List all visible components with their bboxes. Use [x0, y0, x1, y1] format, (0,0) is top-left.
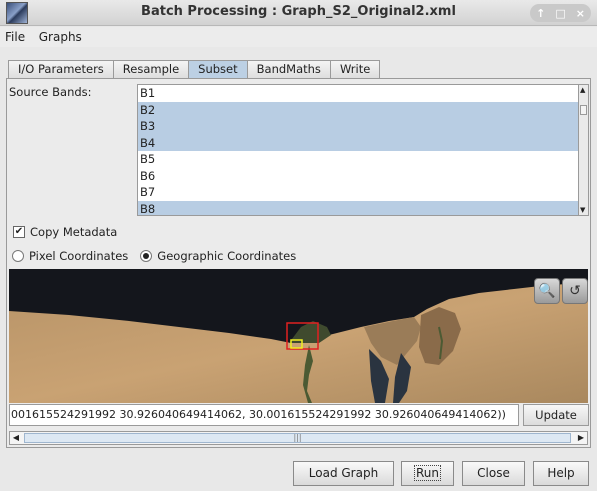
- tab-bandmaths[interactable]: BandMaths: [246, 60, 331, 78]
- scroll-left-icon[interactable]: ◀: [10, 432, 22, 444]
- menu-bar: File Graphs: [0, 27, 597, 47]
- title-bar: Batch Processing : Graph_S2_Original2.xm…: [0, 0, 597, 26]
- copy-metadata-label: Copy Metadata: [30, 225, 118, 239]
- geographic-coordinates-label: Geographic Coordinates: [157, 249, 297, 263]
- coordinate-mode: Pixel Coordinates Geographic Coordinates: [12, 249, 308, 263]
- band-item[interactable]: B1: [138, 85, 578, 102]
- pixel-coordinates-label: Pixel Coordinates: [29, 249, 129, 263]
- band-item[interactable]: B3: [138, 118, 578, 135]
- band-item[interactable]: B5: [138, 151, 578, 168]
- scroll-thumb[interactable]: |||: [24, 433, 571, 443]
- source-bands-label: Source Bands:: [9, 85, 92, 99]
- satellite-map-image: [9, 269, 588, 403]
- pixel-coordinates-radio[interactable]: [12, 250, 24, 262]
- tab-strip: I/O Parameters Resample Subset BandMaths…: [8, 60, 381, 78]
- band-item[interactable]: B2: [138, 101, 578, 118]
- copy-metadata-checkbox[interactable]: ✔: [13, 226, 25, 238]
- band-item[interactable]: B4: [138, 134, 578, 151]
- help-button[interactable]: Help: [533, 461, 589, 486]
- scroll-right-icon[interactable]: ▶: [575, 432, 587, 444]
- tab-resample[interactable]: Resample: [112, 60, 190, 78]
- menu-graphs[interactable]: Graphs: [34, 27, 87, 44]
- geographic-coordinates-radio[interactable]: [140, 250, 153, 262]
- tab-io-parameters[interactable]: I/O Parameters: [8, 60, 114, 78]
- band-item[interactable]: B7: [138, 184, 578, 201]
- window-controls: ↑ □ ×: [530, 4, 591, 22]
- maximize-up-icon[interactable]: ↑: [536, 7, 545, 20]
- copy-metadata-row: ✔ Copy Metadata: [13, 225, 117, 239]
- source-bands-list[interactable]: B1 B2 B3 B4 B5 B6 B7 B8: [137, 84, 579, 216]
- scroll-thumb[interactable]: [580, 105, 587, 115]
- tab-subset[interactable]: Subset: [188, 60, 248, 78]
- load-graph-button[interactable]: Load Graph: [293, 461, 394, 486]
- window-title: Batch Processing : Graph_S2_Original2.xm…: [141, 4, 456, 19]
- geo-region-wkt-field[interactable]: 001615524291992 30.926040649414062, 30.0…: [9, 404, 519, 426]
- restore-icon[interactable]: □: [555, 7, 565, 20]
- band-item[interactable]: B8: [138, 200, 578, 215]
- scroll-up-icon[interactable]: ▲: [580, 86, 585, 94]
- close-button[interactable]: Close: [462, 461, 525, 486]
- zoom-reset-icon[interactable]: ↺: [562, 278, 588, 304]
- close-icon[interactable]: ×: [576, 7, 585, 20]
- menu-file[interactable]: File: [0, 27, 30, 44]
- run-label: Run: [413, 465, 441, 481]
- world-map-view[interactable]: 🔍 ↺: [9, 269, 588, 403]
- update-button[interactable]: Update: [523, 404, 589, 426]
- bands-scrollbar[interactable]: ▲ ▼: [579, 84, 589, 216]
- zoom-in-icon[interactable]: 🔍: [534, 278, 560, 304]
- wkt-scrollbar[interactable]: ◀ ||| ▶: [9, 431, 588, 445]
- tab-write[interactable]: Write: [329, 60, 381, 78]
- run-button[interactable]: Run: [401, 461, 454, 486]
- scroll-down-icon[interactable]: ▼: [580, 206, 585, 214]
- band-item[interactable]: B6: [138, 168, 578, 185]
